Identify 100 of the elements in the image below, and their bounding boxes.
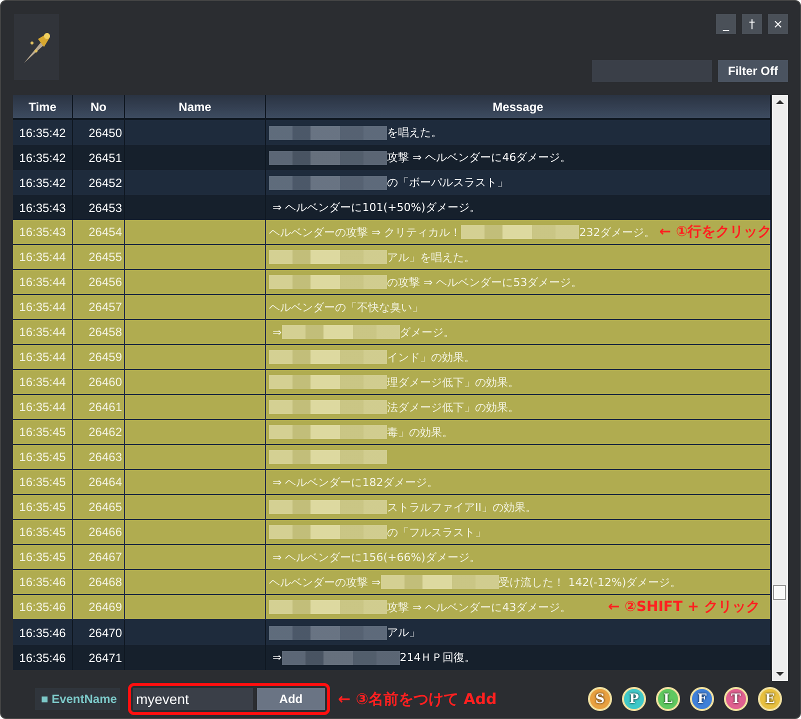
annotation-text: ← ②SHIFT + クリック <box>606 598 760 616</box>
message-text: を唱えた。 <box>387 125 442 140</box>
time-cell: 16:35:44 <box>13 370 73 394</box>
log-row[interactable]: 16:35:43 26453 ⇒ ヘルベンダーに101(+50%)ダメージ。 <box>13 195 772 220</box>
window-button[interactable]: † <box>742 14 762 34</box>
message-text: アル」を唱えた。 <box>387 250 475 264</box>
add-button[interactable]: Add <box>256 688 325 710</box>
time-cell: 16:35:45 <box>13 445 73 469</box>
message-text: ⇒ <box>271 326 282 338</box>
number-cell: 26465 <box>73 495 125 519</box>
message-text: の「ボーパルスラスト」 <box>387 175 508 190</box>
message-text: の「フルスラスト」 <box>387 524 486 540</box>
log-row[interactable]: 16:35:45 26466 の「フルスラスト」 <box>13 520 772 545</box>
number-cell: 26466 <box>73 520 125 544</box>
number-cell: 26457 <box>73 295 125 319</box>
log-row[interactable]: 16:35:43 26454 ヘルベンダーの攻撃 ⇒ クリティカル！ 232ダメージ。 ← ①行をクリック <box>13 220 772 245</box>
log-row[interactable]: 16:35:42 26452 の「ボーパルスラスト」 <box>13 170 772 195</box>
log-row[interactable]: 16:35:46 26471 ⇒ 214ＨＰ回復。 <box>13 645 772 670</box>
log-row[interactable]: 16:35:42 26451 攻撃 ⇒ ヘルベンダーに46ダメージ。 <box>13 145 772 170</box>
message-text: アル」 <box>387 625 420 640</box>
number-cell: 26469 <box>73 595 125 619</box>
number-cell: 26463 <box>73 445 125 469</box>
message-text: 受け流した！ 142(-12%)ダメージ。 <box>498 574 682 590</box>
message-text: の攻撃 ⇒ ヘルベンダーに53ダメージ。 <box>387 274 582 290</box>
log-row[interactable]: 16:35:46 26468 ヘルベンダーの攻撃 ⇒ 受け流した！ 142(-12%)ダメージ。 <box>13 570 772 595</box>
log-row[interactable]: 16:35:44 26460 理ダメージ低下」の効果。 <box>13 370 772 395</box>
log-row[interactable]: 16:35:45 26467 ⇒ ヘルベンダーに156(+66%)ダメージ。 <box>13 545 772 570</box>
scroll-thumb[interactable] <box>773 585 786 600</box>
time-cell: 16:35:45 <box>13 545 73 569</box>
time-cell: 16:35:46 <box>13 645 73 670</box>
message-text: ⇒ ヘルベンダーに182ダメージ。 <box>271 474 438 490</box>
number-cell: 26464 <box>73 470 125 494</box>
number-cell: 26468 <box>73 570 125 594</box>
filter-toggle[interactable]: T <box>724 687 748 711</box>
log-row[interactable]: 16:35:44 26456 の攻撃 ⇒ ヘルベンダーに53ダメージ。 <box>13 270 772 295</box>
number-cell: 26459 <box>73 345 125 369</box>
log-row[interactable]: 16:35:44 26458 ⇒ ダメージ。 <box>13 320 772 345</box>
time-cell: 16:35:44 <box>13 320 73 344</box>
time-cell: 16:35:45 <box>13 495 73 519</box>
log-row[interactable]: 16:35:44 26457 ヘルベンダーの「不快な臭い」 <box>13 295 772 320</box>
filter-button[interactable]: Filter Off <box>718 60 788 82</box>
filter-toggle[interactable]: S <box>588 687 612 711</box>
scrollbar[interactable] <box>772 95 788 681</box>
filter-toggle[interactable]: P <box>622 687 646 711</box>
message-text: ⇒ <box>271 651 282 664</box>
filter-toggle[interactable]: F <box>690 687 714 711</box>
filter-toggle[interactable]: L <box>656 687 680 711</box>
time-cell: 16:35:43 <box>13 220 73 244</box>
message-text: ヘルベンダーの「不快な臭い」 <box>269 300 423 314</box>
message-text: ⇒ ヘルベンダーに101(+50%)ダメージ。 <box>271 200 480 215</box>
log-row[interactable]: 16:35:44 26461 法ダメージ低下」の効果。 <box>13 395 772 420</box>
log-row[interactable]: 16:35:46 26469 攻撃 ⇒ ヘルベンダーに43ダメージ。 ← ②SHIFT + クリック <box>13 595 772 620</box>
window-button[interactable]: × <box>768 14 788 34</box>
number-cell: 26458 <box>73 320 125 344</box>
column-header[interactable]: No <box>73 95 125 118</box>
time-cell: 16:35:45 <box>13 420 73 444</box>
annotation-text: ← ①行をクリック <box>658 223 770 241</box>
number-cell: 26454 <box>73 220 125 244</box>
event-name-label: ■ EventName <box>35 688 120 710</box>
log-row[interactable]: 16:35:46 26470 アル」 <box>13 620 772 645</box>
message-text: ストラルファイアII」の効果。 <box>387 500 536 514</box>
time-cell: 16:35:44 <box>13 395 73 419</box>
time-cell: 16:35:45 <box>13 470 73 494</box>
time-cell: 16:35:46 <box>13 595 73 619</box>
log-row[interactable]: 16:35:44 26455 アル」を唱えた。 <box>13 245 772 270</box>
time-cell: 16:35:44 <box>13 295 73 319</box>
log-row[interactable]: 16:35:45 26465 ストラルファイアII」の効果。 <box>13 495 772 520</box>
message-text: 法ダメージ低下」の効果。 <box>387 400 519 414</box>
time-cell: 16:35:46 <box>13 570 73 594</box>
message-text: 理ダメージ低下」の効果。 <box>387 374 519 390</box>
message-text: ヘルベンダーの攻撃 ⇒ クリティカル！ <box>269 224 462 240</box>
filter-toggle[interactable]: E <box>758 687 782 711</box>
log-row[interactable]: 16:35:45 26462 毒」の効果。 <box>13 420 772 445</box>
window-button[interactable]: _ <box>716 14 736 34</box>
message-text: ダメージ。 <box>400 324 455 340</box>
event-name-field[interactable]: myevent <box>132 688 253 710</box>
column-header[interactable]: Name <box>125 95 266 118</box>
annotation-text: ← ③名前をつけて Add <box>338 690 497 708</box>
message-text: 214ＨＰ回復。 <box>400 650 476 665</box>
message-text: 232ダメージ。 <box>579 224 656 240</box>
column-header[interactable]: Time <box>13 95 73 118</box>
number-cell: 26455 <box>73 245 125 269</box>
log-row[interactable]: 16:35:44 26459 インド」の効果。 <box>13 345 772 370</box>
message-text: ヘルベンダーの攻撃 ⇒ <box>269 574 381 590</box>
time-cell: 16:35:44 <box>13 345 73 369</box>
log-row[interactable]: 16:35:45 26464 ⇒ ヘルベンダーに182ダメージ。 <box>13 470 772 495</box>
number-cell: 26467 <box>73 545 125 569</box>
time-cell: 16:35:44 <box>13 270 73 294</box>
message-text: 毒」の効果。 <box>387 424 453 440</box>
message-text: インド」の効果。 <box>387 350 475 364</box>
number-cell: 26462 <box>73 420 125 444</box>
number-cell: 26456 <box>73 270 125 294</box>
message-text: 攻撃 ⇒ ヘルベンダーに43ダメージ。 <box>387 600 572 614</box>
time-cell: 16:35:44 <box>13 245 73 269</box>
column-header[interactable]: Message <box>266 95 772 118</box>
log-row[interactable]: 16:35:45 26463 <box>13 445 772 470</box>
number-cell: 26471 <box>73 645 125 670</box>
log-row[interactable]: 16:35:42 26450 を唱えた。 <box>13 120 772 145</box>
time-cell: 16:35:45 <box>13 520 73 544</box>
number-cell: 26461 <box>73 395 125 419</box>
